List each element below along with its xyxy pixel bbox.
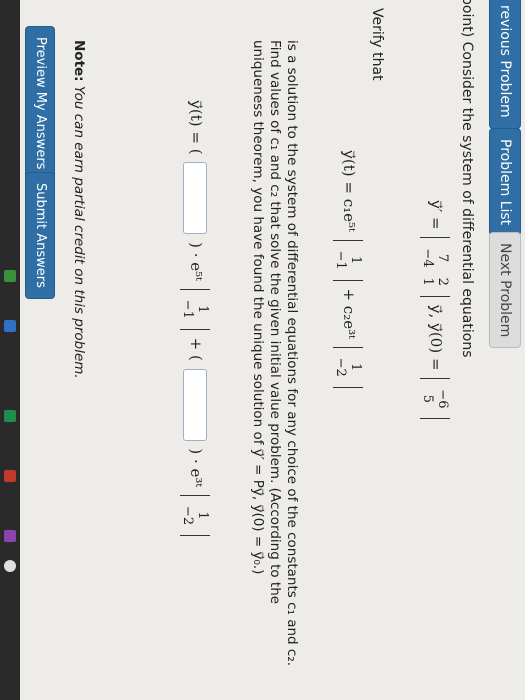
vector-cell: 1	[195, 305, 210, 314]
solution-lhs: y⃗(t) = c₁e⁵ᵗ	[340, 150, 358, 232]
system-equation: y⃗′ = 7 2 −4 1 y⃗, y⃗(0) = −6 5	[420, 200, 450, 422]
matrix-cell: 1	[420, 277, 435, 286]
coefficient-matrix: 7 2 −4 1	[420, 237, 450, 297]
vector-cell: −6	[435, 389, 450, 409]
next-problem-button[interactable]: Next Problem	[489, 232, 521, 349]
vector-cell: −2	[180, 505, 195, 526]
note-label: Note:	[71, 40, 87, 82]
vector-cell: −2	[333, 357, 348, 377]
answer-plus: + (	[187, 337, 205, 361]
answer-lhs: y⃗(t) = (	[187, 100, 205, 155]
c2-answer-input[interactable]	[183, 368, 207, 441]
answer-vector-2: 1 −2	[180, 494, 210, 537]
app-icon[interactable]	[4, 470, 16, 482]
initial-condition-vector: −6 5	[420, 378, 450, 420]
vector-cell: 1	[348, 255, 363, 265]
vector-cell: −1	[333, 250, 348, 270]
problem-paragraph: is a solution to the system of different…	[250, 40, 300, 667]
preview-answers-button[interactable]: Preview My Answers	[25, 26, 55, 181]
answer-mid-2: ) · e³ᵗ	[187, 448, 205, 488]
app-icon[interactable]	[4, 320, 16, 332]
vector-cell: 1	[348, 363, 363, 372]
system-lhs: y⃗′ =	[427, 200, 445, 230]
app-icon[interactable]	[4, 560, 16, 572]
verify-label: Verify that	[369, 8, 385, 81]
answer-vector-1: 1 −1	[180, 288, 210, 330]
app-icon[interactable]	[4, 530, 16, 542]
app-icon[interactable]	[4, 410, 16, 422]
note-text: You can earn partial credit on this prob…	[71, 85, 87, 379]
general-solution: y⃗(t) = c₁e⁵ᵗ 1 −1 + c₂e³ᵗ 1 −2	[333, 150, 363, 391]
app-icon[interactable]	[4, 270, 16, 282]
navigation-bar: revious Problem Problem List Next Proble…	[487, 0, 525, 700]
partial-credit-note: Note: You can earn partial credit on thi…	[71, 40, 87, 379]
problem-page: revious Problem Problem List Next Proble…	[0, 0, 525, 700]
solution-plus: + c₂e³ᵗ	[340, 288, 358, 339]
matrix-cell: −4	[420, 248, 435, 268]
problem-intro: point) Consider the system of differenti…	[459, 0, 475, 358]
system-rhs: y⃗, y⃗(0) =	[427, 304, 445, 371]
vector-cell: 5	[420, 394, 435, 404]
answer-row: y⃗(t) = ( ) · e⁵ᵗ 1 −1 + ( ) · e³ᵗ 1 −2	[180, 100, 210, 539]
vector-cell: −1	[180, 299, 195, 319]
eigenvector-2: 1 −2	[333, 346, 363, 388]
eigenvector-1: 1 −1	[333, 239, 363, 281]
previous-problem-button[interactable]: revious Problem	[489, 0, 521, 129]
matrix-cell: 7	[435, 253, 450, 263]
answer-mid-1: ) · e⁵ᵗ	[187, 242, 205, 281]
c1-answer-input[interactable]	[183, 162, 207, 235]
matrix-cell: 2	[435, 277, 450, 286]
problem-list-button[interactable]: Problem List	[489, 128, 521, 237]
taskbar	[0, 0, 20, 700]
vector-cell: 1	[195, 511, 210, 520]
submit-answers-button[interactable]: Submit Answers	[25, 172, 55, 299]
